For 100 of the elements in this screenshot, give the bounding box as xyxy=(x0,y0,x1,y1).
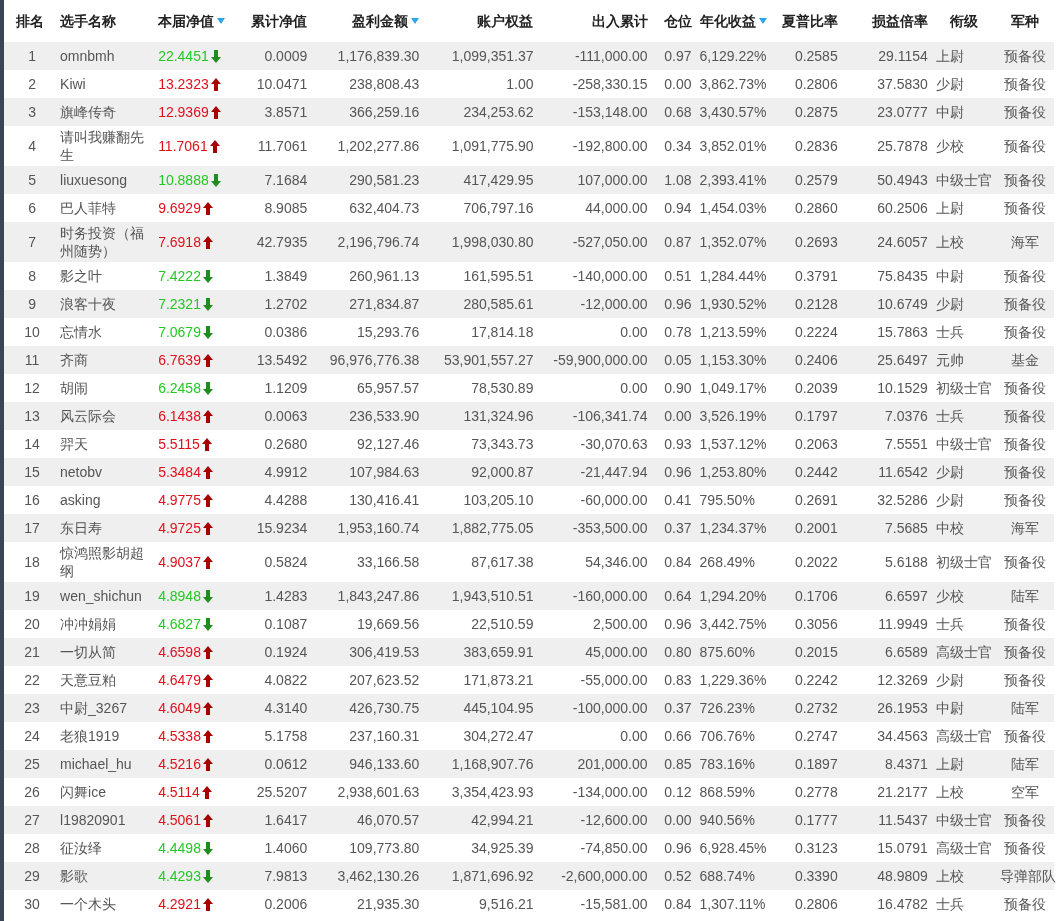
profit-amount: 1,176,839.30 xyxy=(337,48,420,64)
service-branch: 预备役 xyxy=(1003,644,1046,660)
rank-cell: 19 xyxy=(24,588,40,604)
cash-flow-total: -60,000.00 xyxy=(580,492,648,508)
cash-flow-total: 201,000.00 xyxy=(577,756,648,772)
column-header[interactable]: 账户权益 xyxy=(477,12,534,29)
column-header[interactable]: 军种 xyxy=(1010,12,1039,29)
profit-amount: 107,984.63 xyxy=(349,464,420,480)
rank-title: 少校 xyxy=(935,588,964,604)
account-equity: 161,595.51 xyxy=(463,268,534,284)
position-ratio: 0.83 xyxy=(664,672,692,688)
profit-amount: 238,808.43 xyxy=(349,76,420,92)
column-header[interactable]: 损益倍率 xyxy=(871,12,928,29)
account-equity: 103,205.10 xyxy=(463,492,534,508)
annualized-return: 1,930.52% xyxy=(699,296,767,312)
rank-cell: 13 xyxy=(24,408,40,424)
sharpe-ratio: 0.3056 xyxy=(794,616,838,632)
column-header[interactable]: 排名 xyxy=(16,12,44,29)
down-arrow-icon xyxy=(202,325,213,339)
sharpe-ratio: 0.2806 xyxy=(794,896,838,912)
column-header[interactable]: 夏普比率 xyxy=(781,12,838,29)
cumulative-net-value: 4.9912 xyxy=(264,464,308,480)
sharpe-ratio: 0.2778 xyxy=(794,784,838,800)
service-branch: 预备役 xyxy=(1003,104,1046,120)
profit-amount: 2,196,796.74 xyxy=(337,234,420,250)
cumulative-net-value: 4.0822 xyxy=(264,672,308,688)
net-value: 4.4293 xyxy=(158,867,201,885)
net-value: 4.9037 xyxy=(158,553,201,571)
cumulative-net-value: 1.6417 xyxy=(264,812,308,828)
down-arrow-icon xyxy=(202,869,213,883)
annualized-return: 1,454.03% xyxy=(699,200,767,216)
net-value: 4.5114 xyxy=(158,783,200,801)
cumulative-net-value: 4.4288 xyxy=(264,492,308,508)
profit-loss-ratio: 75.8435 xyxy=(877,268,928,284)
service-branch: 预备役 xyxy=(1003,812,1046,828)
profit-loss-ratio: 34.4563 xyxy=(877,728,928,744)
player-name: l19820901 xyxy=(60,812,126,828)
net-value: 4.6598 xyxy=(158,643,201,661)
account-equity: 92,000.87 xyxy=(471,464,534,480)
player-name: 请叫我赚翻先生 xyxy=(60,129,145,163)
net-value: 13.2323 xyxy=(158,75,209,93)
service-branch: 导弹部队 xyxy=(999,868,1056,884)
column-header[interactable]: 选手名称 xyxy=(60,12,117,29)
rank-cell: 28 xyxy=(24,840,40,856)
down-arrow-icon xyxy=(202,589,213,603)
account-equity: 34,925.39 xyxy=(471,840,534,856)
account-equity: 417,429.95 xyxy=(463,172,534,188)
account-equity: 1,998,030.80 xyxy=(451,234,534,250)
annualized-return: 1,213.59% xyxy=(699,324,767,340)
net-value: 6.1438 xyxy=(158,407,201,425)
column-header[interactable]: 本届净值 xyxy=(158,12,215,29)
position-ratio: 0.52 xyxy=(664,868,692,884)
player-name: 老狼1919 xyxy=(60,728,120,744)
rank-cell: 27 xyxy=(24,812,40,828)
account-equity: 3,354,423.93 xyxy=(451,784,534,800)
player-name: 惊鸿照影胡超纲 xyxy=(60,545,145,579)
rank-title: 少尉 xyxy=(935,492,964,508)
cash-flow-total: -111,000.00 xyxy=(574,48,648,64)
cash-flow-total: -21,447.94 xyxy=(580,464,648,480)
net-value: 22.4451 xyxy=(158,47,209,65)
column-header[interactable]: 年化收益 xyxy=(699,12,756,29)
player-name: 中尉_3267 xyxy=(60,700,127,716)
cumulative-net-value: 13.5492 xyxy=(256,352,308,368)
account-equity: 280,585.61 xyxy=(463,296,534,312)
net-value: 6.2458 xyxy=(158,379,201,397)
annualized-return: 3,442.75% xyxy=(699,616,767,632)
rank-title: 高级士官 xyxy=(935,644,992,660)
service-branch: 预备役 xyxy=(1003,380,1046,396)
account-equity: 1.00 xyxy=(506,76,534,92)
cumulative-net-value: 1.4060 xyxy=(264,840,308,856)
rank-cell: 30 xyxy=(24,896,40,912)
cumulative-net-value: 4.3140 xyxy=(264,700,308,716)
cumulative-net-value: 11.7061 xyxy=(257,138,308,154)
annualized-return: 688.74% xyxy=(699,868,755,884)
profit-amount: 237,160.31 xyxy=(349,728,420,744)
cash-flow-total: 0.00 xyxy=(620,728,648,744)
rank-title: 上尉 xyxy=(935,200,964,216)
player-name: 一个木头 xyxy=(60,896,117,912)
down-arrow-icon xyxy=(202,381,213,395)
column-header[interactable]: 出入累计 xyxy=(591,12,648,29)
annualized-return: 940.56% xyxy=(699,812,755,828)
rank-title: 上校 xyxy=(935,784,964,800)
player-name: 风云际会 xyxy=(60,408,117,424)
sharpe-ratio: 0.2242 xyxy=(794,672,838,688)
column-header[interactable]: 衔级 xyxy=(949,12,978,29)
rank-cell: 10 xyxy=(24,324,40,340)
rank-cell: 20 xyxy=(24,616,40,632)
sort-descending-icon xyxy=(217,17,226,24)
cumulative-net-value: 1.2702 xyxy=(264,296,308,312)
position-ratio: 0.96 xyxy=(664,296,692,312)
cumulative-net-value: 1.4283 xyxy=(264,588,308,604)
cumulative-net-value: 0.1087 xyxy=(264,616,308,632)
player-name: 羿天 xyxy=(60,436,89,452)
annualized-return: 1,537.12% xyxy=(699,436,767,452)
rank-title: 上尉 xyxy=(935,756,964,772)
cash-flow-total: 45,000.00 xyxy=(585,644,648,660)
profit-amount: 366,259.16 xyxy=(349,104,420,120)
column-header[interactable]: 盈利金额 xyxy=(352,12,409,29)
column-header[interactable]: 累计净值 xyxy=(251,12,308,29)
column-header[interactable]: 仓位 xyxy=(663,12,692,29)
